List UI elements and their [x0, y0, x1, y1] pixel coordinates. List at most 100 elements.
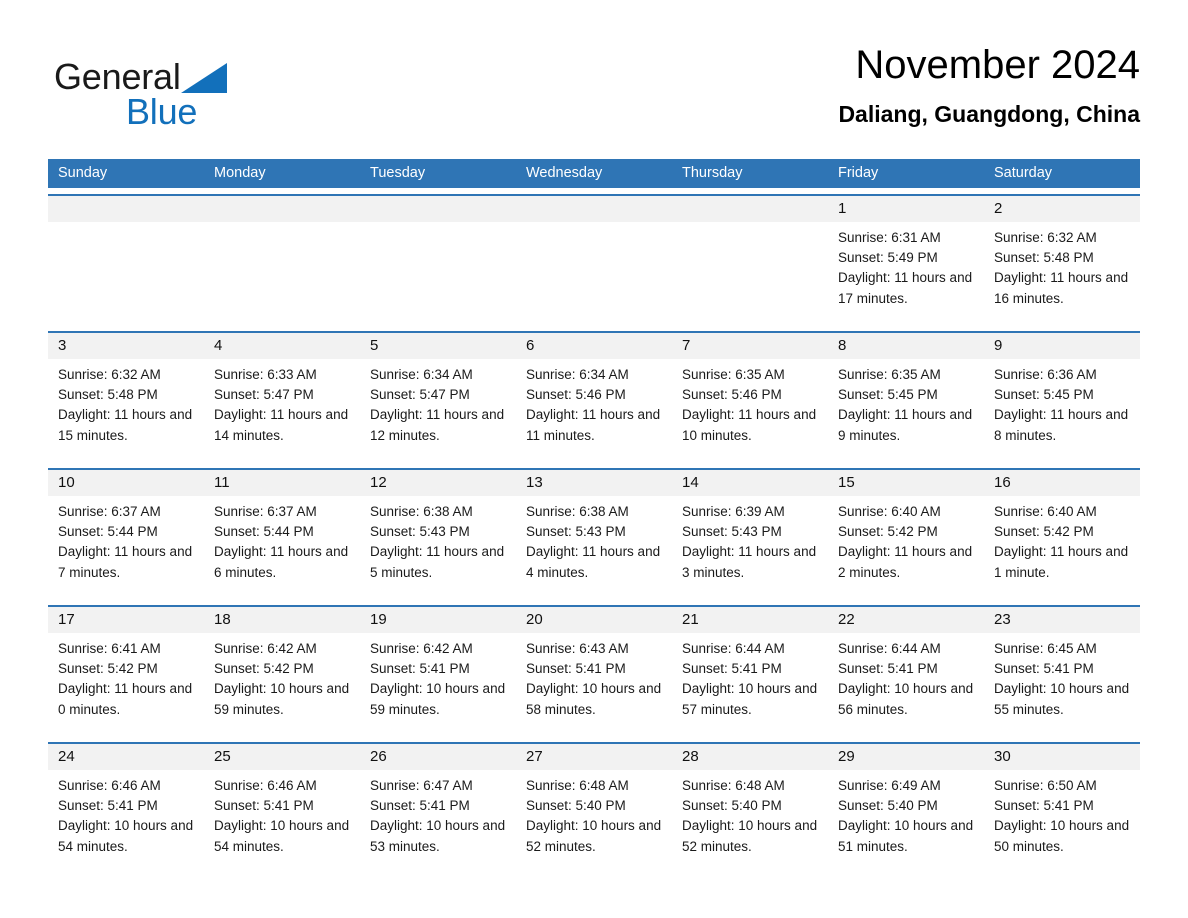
calendar-week-row: 24 Sunrise: 6:46 AM Sunset: 5:41 PM Dayl…	[48, 742, 1140, 873]
sunrise-line: Sunrise: 6:34 AM	[526, 367, 629, 382]
calendar-day-cell	[204, 196, 360, 325]
calendar-day-cell[interactable]: 23 Sunrise: 6:45 AM Sunset: 5:41 PM Dayl…	[984, 607, 1140, 736]
daylight-line: Daylight: 11 hours and 0 minutes.	[58, 681, 193, 717]
page-header: General Blue November 2024 Daliang, Guan…	[48, 40, 1140, 150]
calendar-day-cell[interactable]: 3 Sunrise: 6:32 AM Sunset: 5:48 PM Dayli…	[48, 333, 204, 462]
day-number-band: 25	[204, 744, 360, 770]
sunset-line: Sunset: 5:47 PM	[370, 387, 470, 403]
calendar-day-cell[interactable]: 17 Sunrise: 6:41 AM Sunset: 5:42 PM Dayl…	[48, 607, 204, 736]
calendar-week-row: 17 Sunrise: 6:41 AM Sunset: 5:42 PM Dayl…	[48, 605, 1140, 736]
day-number-band: 8	[828, 333, 984, 359]
sunset-line: Sunset: 5:46 PM	[682, 387, 782, 403]
calendar-day-cell[interactable]: 19 Sunrise: 6:42 AM Sunset: 5:41 PM Dayl…	[360, 607, 516, 736]
calendar-day-cell[interactable]: 15 Sunrise: 6:40 AM Sunset: 5:42 PM Dayl…	[828, 470, 984, 599]
sunset-line: Sunset: 5:42 PM	[58, 661, 158, 677]
sunrise-line: Sunrise: 6:44 AM	[838, 641, 941, 656]
day-details: Sunrise: 6:37 AM Sunset: 5:44 PM Dayligh…	[48, 496, 204, 583]
calendar-grid: Sunday Monday Tuesday Wednesday Thursday…	[48, 159, 1140, 873]
calendar-day-cell[interactable]: 12 Sunrise: 6:38 AM Sunset: 5:43 PM Dayl…	[360, 470, 516, 599]
calendar-day-cell	[672, 196, 828, 325]
day-number-band: 26	[360, 744, 516, 770]
sunrise-line: Sunrise: 6:32 AM	[58, 367, 161, 382]
day-details: Sunrise: 6:43 AM Sunset: 5:41 PM Dayligh…	[516, 633, 672, 720]
sunrise-line: Sunrise: 6:36 AM	[994, 367, 1097, 382]
sunrise-line: Sunrise: 6:40 AM	[838, 504, 941, 519]
calendar-day-cell[interactable]: 6 Sunrise: 6:34 AM Sunset: 5:46 PM Dayli…	[516, 333, 672, 462]
weekday-header-monday: Monday	[214, 165, 266, 181]
daylight-line: Daylight: 10 hours and 54 minutes.	[58, 818, 194, 854]
sunset-line: Sunset: 5:45 PM	[994, 387, 1094, 403]
day-details: Sunrise: 6:46 AM Sunset: 5:41 PM Dayligh…	[48, 770, 204, 857]
day-details: Sunrise: 6:32 AM Sunset: 5:48 PM Dayligh…	[984, 222, 1140, 309]
sunset-line: Sunset: 5:41 PM	[994, 661, 1094, 677]
sunset-line: Sunset: 5:40 PM	[682, 798, 782, 814]
sunset-line: Sunset: 5:42 PM	[214, 661, 314, 677]
calendar-day-cell[interactable]: 10 Sunrise: 6:37 AM Sunset: 5:44 PM Dayl…	[48, 470, 204, 599]
sunset-line: Sunset: 5:40 PM	[526, 798, 626, 814]
sunset-line: Sunset: 5:43 PM	[526, 524, 626, 540]
calendar-day-cell[interactable]: 13 Sunrise: 6:38 AM Sunset: 5:43 PM Dayl…	[516, 470, 672, 599]
calendar-day-cell[interactable]: 29 Sunrise: 6:49 AM Sunset: 5:40 PM Dayl…	[828, 744, 984, 873]
day-number: 24	[58, 748, 75, 765]
calendar-day-cell[interactable]: 26 Sunrise: 6:47 AM Sunset: 5:41 PM Dayl…	[360, 744, 516, 873]
calendar-day-cell[interactable]: 5 Sunrise: 6:34 AM Sunset: 5:47 PM Dayli…	[360, 333, 516, 462]
day-details: Sunrise: 6:37 AM Sunset: 5:44 PM Dayligh…	[204, 496, 360, 583]
sunrise-line: Sunrise: 6:42 AM	[370, 641, 473, 656]
day-number: 30	[994, 748, 1011, 765]
daylight-line: Daylight: 11 hours and 11 minutes.	[526, 407, 661, 443]
weekday-header-friday: Friday	[838, 165, 879, 181]
weekday-header-sunday: Sunday	[58, 165, 108, 181]
calendar-day-cell[interactable]: 22 Sunrise: 6:44 AM Sunset: 5:41 PM Dayl…	[828, 607, 984, 736]
day-details: Sunrise: 6:40 AM Sunset: 5:42 PM Dayligh…	[828, 496, 984, 583]
day-number-band: 5	[360, 333, 516, 359]
calendar-day-cell[interactable]: 14 Sunrise: 6:39 AM Sunset: 5:43 PM Dayl…	[672, 470, 828, 599]
day-number: 25	[214, 748, 231, 765]
sunrise-line: Sunrise: 6:34 AM	[370, 367, 473, 382]
sunrise-line: Sunrise: 6:44 AM	[682, 641, 785, 656]
sunset-line: Sunset: 5:41 PM	[370, 661, 470, 677]
sunset-line: Sunset: 5:44 PM	[58, 524, 158, 540]
calendar-day-cell[interactable]: 21 Sunrise: 6:44 AM Sunset: 5:41 PM Dayl…	[672, 607, 828, 736]
logo-triangle-icon	[180, 63, 227, 93]
day-details: Sunrise: 6:44 AM Sunset: 5:41 PM Dayligh…	[828, 633, 984, 720]
day-number: 14	[682, 474, 699, 491]
calendar-day-cell[interactable]: 16 Sunrise: 6:40 AM Sunset: 5:42 PM Dayl…	[984, 470, 1140, 599]
daylight-line: Daylight: 11 hours and 3 minutes.	[682, 544, 817, 580]
daylight-line: Daylight: 11 hours and 10 minutes.	[682, 407, 817, 443]
calendar-day-cell[interactable]: 30 Sunrise: 6:50 AM Sunset: 5:41 PM Dayl…	[984, 744, 1140, 873]
day-number: 1	[838, 200, 847, 217]
calendar-day-cell[interactable]: 2 Sunrise: 6:32 AM Sunset: 5:48 PM Dayli…	[984, 196, 1140, 325]
calendar-day-cell[interactable]: 1 Sunrise: 6:31 AM Sunset: 5:49 PM Dayli…	[828, 196, 984, 325]
calendar-day-cell[interactable]: 20 Sunrise: 6:43 AM Sunset: 5:41 PM Dayl…	[516, 607, 672, 736]
day-number-band: 15	[828, 470, 984, 496]
logo-text-general: General	[54, 56, 181, 97]
calendar-day-cell[interactable]: 4 Sunrise: 6:33 AM Sunset: 5:47 PM Dayli…	[204, 333, 360, 462]
calendar-day-cell[interactable]: 27 Sunrise: 6:48 AM Sunset: 5:40 PM Dayl…	[516, 744, 672, 873]
logo-top-row: General	[54, 54, 384, 96]
daylight-line: Daylight: 10 hours and 58 minutes.	[526, 681, 662, 717]
day-number-band: 24	[48, 744, 204, 770]
day-details: Sunrise: 6:42 AM Sunset: 5:41 PM Dayligh…	[360, 633, 516, 720]
sunset-line: Sunset: 5:41 PM	[838, 661, 938, 677]
calendar-day-cell[interactable]: 24 Sunrise: 6:46 AM Sunset: 5:41 PM Dayl…	[48, 744, 204, 873]
calendar-day-cell[interactable]: 25 Sunrise: 6:46 AM Sunset: 5:41 PM Dayl…	[204, 744, 360, 873]
calendar-day-cell[interactable]: 8 Sunrise: 6:35 AM Sunset: 5:45 PM Dayli…	[828, 333, 984, 462]
calendar-day-cell[interactable]: 18 Sunrise: 6:42 AM Sunset: 5:42 PM Dayl…	[204, 607, 360, 736]
generalblue-logo[interactable]: General Blue	[54, 54, 384, 150]
sunrise-line: Sunrise: 6:33 AM	[214, 367, 317, 382]
day-number: 10	[58, 474, 75, 491]
title-block: November 2024 Daliang, Guangdong, China	[838, 40, 1140, 129]
sunset-line: Sunset: 5:48 PM	[994, 250, 1094, 266]
daylight-line: Daylight: 11 hours and 4 minutes.	[526, 544, 661, 580]
calendar-day-cell[interactable]: 9 Sunrise: 6:36 AM Sunset: 5:45 PM Dayli…	[984, 333, 1140, 462]
day-number-band	[48, 196, 204, 222]
calendar-day-cell[interactable]: 28 Sunrise: 6:48 AM Sunset: 5:40 PM Dayl…	[672, 744, 828, 873]
calendar-day-cell[interactable]: 11 Sunrise: 6:37 AM Sunset: 5:44 PM Dayl…	[204, 470, 360, 599]
day-number: 15	[838, 474, 855, 491]
sunset-line: Sunset: 5:41 PM	[682, 661, 782, 677]
day-details	[48, 222, 204, 228]
calendar-day-cell[interactable]: 7 Sunrise: 6:35 AM Sunset: 5:46 PM Dayli…	[672, 333, 828, 462]
day-number-band: 13	[516, 470, 672, 496]
sunrise-line: Sunrise: 6:35 AM	[682, 367, 785, 382]
sunrise-line: Sunrise: 6:38 AM	[526, 504, 629, 519]
